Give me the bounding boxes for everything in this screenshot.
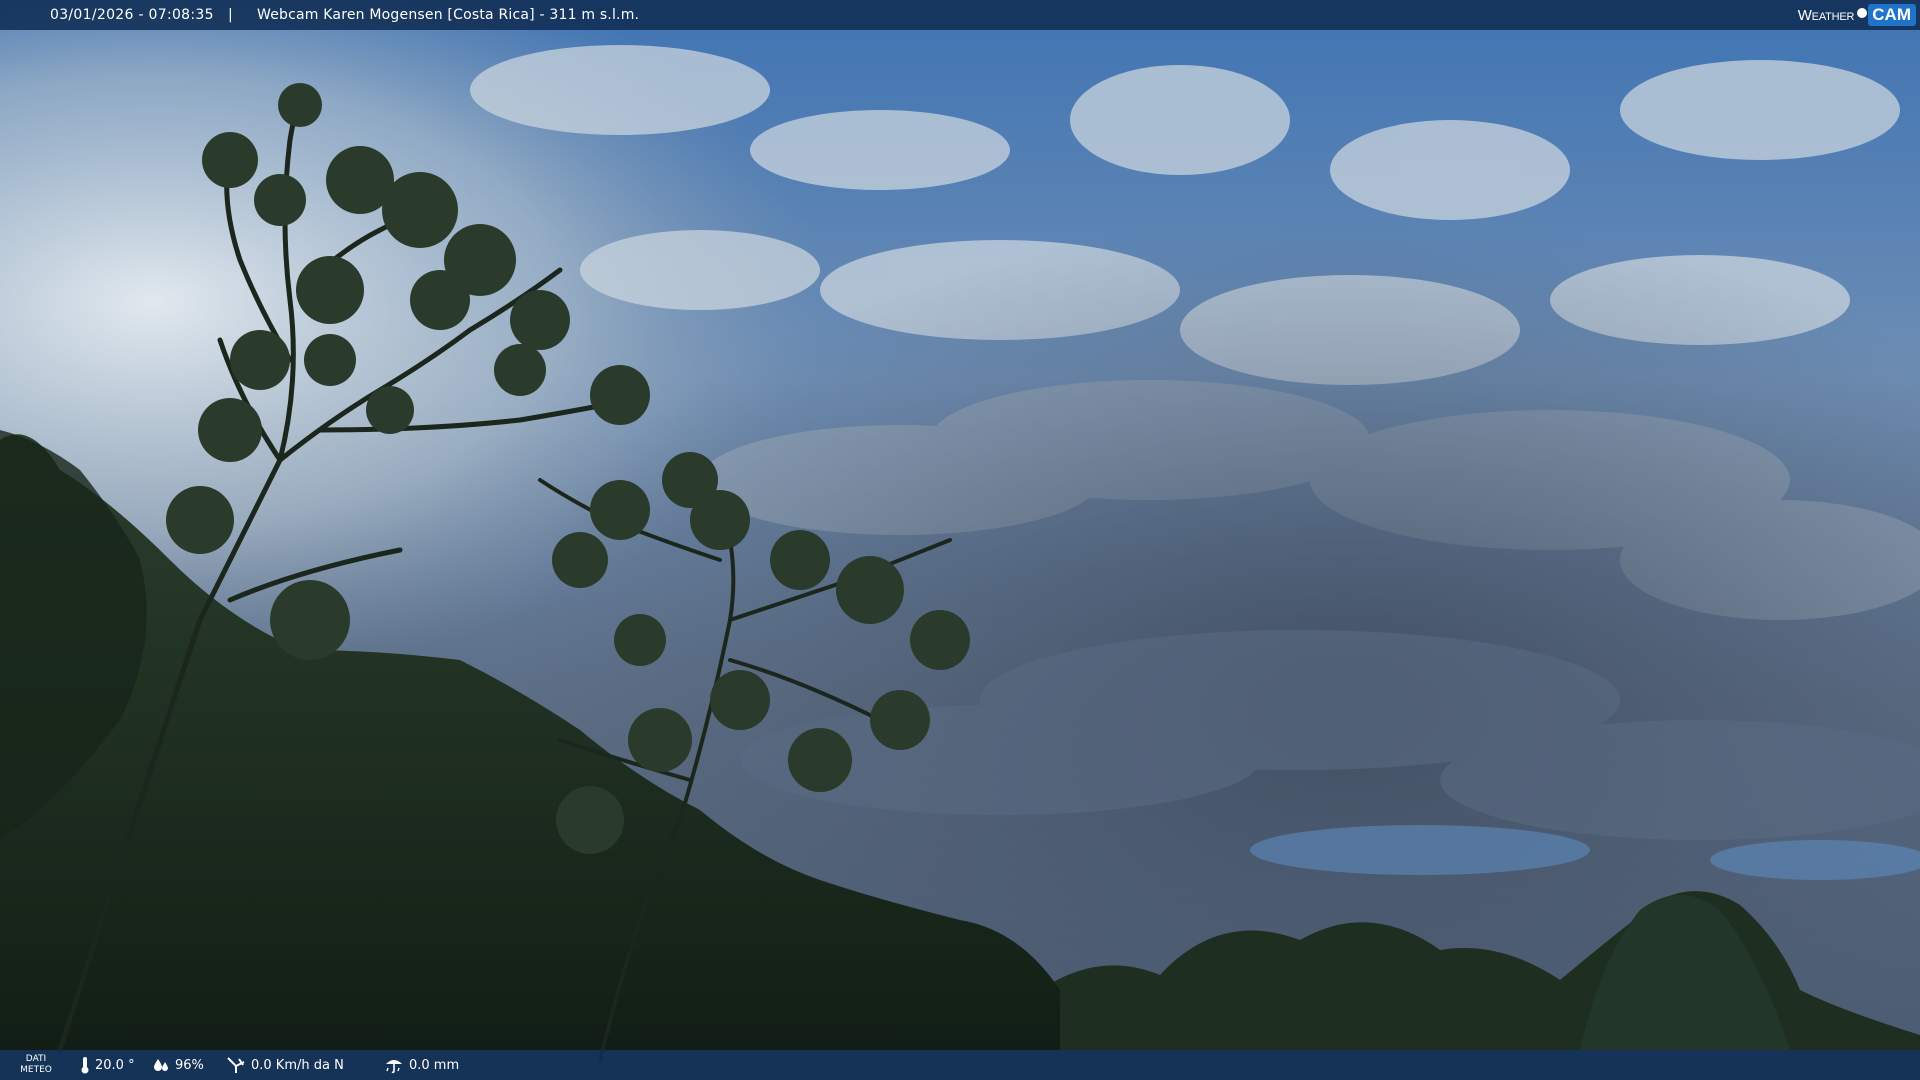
wind-icon — [227, 1057, 245, 1073]
timestamp: 03/01/2026 - 07:08:35 — [50, 7, 214, 23]
logo-cam-text: CAM — [1868, 4, 1916, 26]
temperature-value: 20.0 ° — [95, 1057, 135, 1073]
logo-dot-icon — [1857, 8, 1868, 18]
thermometer-icon — [81, 1057, 89, 1074]
weather-data-label-line1: DATI — [25, 1054, 47, 1064]
top-info-bar: 03/01/2026 - 07:08:35 | Webcam Karen Mog… — [0, 0, 1920, 30]
weather-data-bar: DATI METEO 20.0 ° 96% 0.0 Km/h da N 0.0 … — [0, 1050, 1920, 1080]
humidity-drop-icon — [154, 1059, 168, 1071]
temperature-reading: 20.0 ° — [80, 1050, 135, 1080]
rain-reading: 0.0 mm — [384, 1050, 459, 1080]
weathercam-logo: Weather CAM — [1794, 3, 1916, 27]
webcam-title: Webcam Karen Mogensen [Costa Rica] - 311… — [257, 7, 640, 23]
humidity-reading: 96% — [152, 1050, 204, 1080]
logo-weather-text: Weather — [1797, 6, 1855, 24]
wind-reading: 0.0 Km/h da N — [226, 1050, 344, 1080]
wind-value: 0.0 Km/h da N — [251, 1057, 344, 1073]
weather-data-label-line2: METEO — [20, 1065, 52, 1075]
humidity-value: 96% — [175, 1057, 204, 1073]
rain-value: 0.0 mm — [409, 1057, 460, 1073]
webcam-image — [0, 0, 1920, 1080]
title-separator: | — [228, 7, 233, 23]
rain-icon — [386, 1060, 402, 1074]
weather-data-label: DATI METEO — [18, 1054, 54, 1076]
